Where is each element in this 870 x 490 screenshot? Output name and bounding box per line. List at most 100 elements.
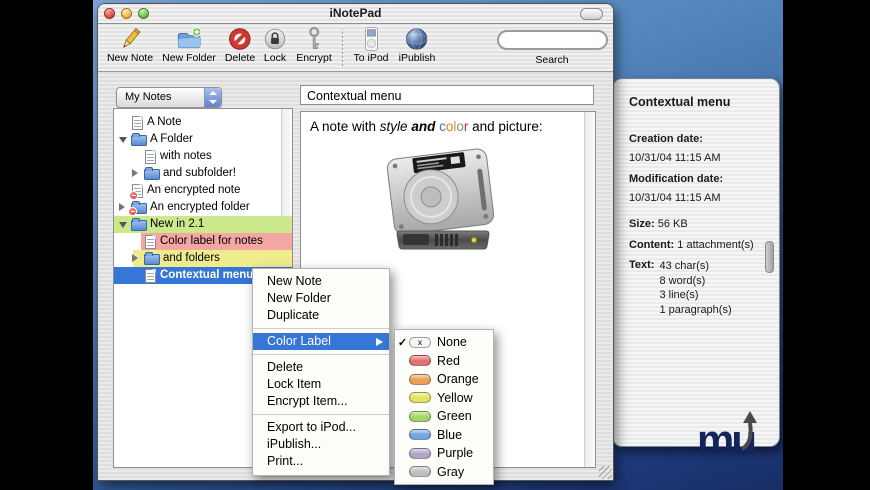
tree-item-encrypted-folder[interactable]: An encrypted folder: [114, 199, 292, 216]
text-label: Text:: [629, 259, 655, 271]
tree-item-with-notes[interactable]: with notes: [114, 148, 292, 165]
menu-item-print[interactable]: Print...: [253, 453, 389, 470]
zoom-button[interactable]: [138, 8, 149, 19]
content-row: Content: 1 attachment(s): [629, 239, 765, 251]
folder-icon: [131, 218, 147, 231]
menu-item-new-folder[interactable]: New Folder: [253, 290, 389, 307]
content-label: Content:: [629, 239, 675, 251]
disclosure-closed-icon[interactable]: [119, 203, 125, 211]
disclosure-open-icon[interactable]: [119, 137, 127, 143]
drawer-scrollbar-thumb[interactable]: [765, 241, 774, 273]
toolbar-toggle-button[interactable]: [580, 8, 603, 20]
notebook-selector[interactable]: My Notes: [116, 87, 222, 108]
tree-item-and-folders[interactable]: and folders: [114, 250, 292, 267]
submenu-item-orange[interactable]: Orange: [395, 370, 493, 389]
size-value: 56 KB: [657, 218, 688, 230]
menu-separator: [253, 350, 389, 359]
folder-encrypted-icon: [128, 201, 147, 216]
minimize-button[interactable]: [121, 8, 132, 19]
toolbar-separator: [342, 29, 343, 66]
disclosure-closed-icon[interactable]: [132, 169, 138, 177]
submenu-item-purple[interactable]: Purple: [395, 444, 493, 463]
popup-stepper-icon: [204, 88, 221, 107]
encrypted-badge-icon: [129, 191, 138, 200]
menu-item-color-label[interactable]: Color Label: [253, 333, 389, 350]
menu-item-new-note[interactable]: New Note: [253, 273, 389, 290]
disclosure-closed-icon[interactable]: [132, 254, 138, 262]
notebook-selector-label: My Notes: [125, 91, 172, 103]
note-encrypted-icon: [129, 184, 143, 200]
search-input[interactable]: [497, 30, 608, 50]
text-stats-values: 43 char(s) 8 word(s) 3 line(s) 1 paragra…: [659, 259, 731, 317]
tree-item-new-in-21[interactable]: New in 2.1: [114, 216, 292, 233]
pencil-icon: [117, 26, 143, 52]
modification-date-label: Modification date:: [629, 173, 724, 185]
note-icon: [145, 235, 156, 249]
menu-item-lock-item[interactable]: Lock Item: [253, 376, 389, 393]
prohibition-icon: [227, 26, 253, 52]
new-note-button[interactable]: New Note: [107, 26, 153, 64]
submenu-item-blue[interactable]: Blue: [395, 426, 493, 445]
color-swatch-purple: [409, 447, 431, 459]
disclosure-open-icon[interactable]: [119, 222, 127, 228]
tree-item-color-label-for-notes[interactable]: Color label for notes: [114, 233, 292, 250]
menu-separator: [253, 324, 389, 333]
key-icon: [301, 26, 327, 52]
submenu-item-gray[interactable]: Gray: [395, 463, 493, 482]
ipublish-button[interactable]: iPublish: [399, 26, 435, 64]
submenu-arrow-icon: [376, 337, 383, 346]
encrypted-badge-icon: [128, 207, 137, 216]
menu-item-duplicate[interactable]: Duplicate: [253, 307, 389, 324]
note-scrollbar[interactable]: [584, 112, 595, 467]
folder-icon: [144, 252, 160, 265]
toolbar: New Note New Folder Delete Lock Encrypt …: [98, 24, 613, 72]
watermark-arrow-icon: [739, 409, 759, 456]
submenu-item-yellow[interactable]: Yellow: [395, 389, 493, 408]
desktop-wallpaper: Contextual menu Creation date: 10/31/04 …: [93, 0, 783, 490]
encrypt-button[interactable]: Encrypt: [296, 26, 332, 64]
menu-separator: [253, 410, 389, 419]
folder-icon: [144, 167, 160, 180]
submenu-item-green[interactable]: Green: [395, 407, 493, 426]
tree-item-and-subfolder[interactable]: and subfolder!: [114, 165, 292, 182]
ipod-icon: [358, 26, 384, 52]
submenu-item-red[interactable]: Red: [395, 352, 493, 371]
search-label: Search: [535, 54, 569, 66]
menu-item-encrypt-item[interactable]: Encrypt Item...: [253, 393, 389, 410]
delete-button[interactable]: Delete: [225, 26, 255, 64]
color-swatch-orange: [409, 373, 431, 385]
modification-date-value: 10/31/04 11:15 AM: [629, 192, 721, 204]
color-swatch-blue: [409, 429, 431, 441]
folder-icon: [131, 133, 147, 146]
creation-date-value: 10/31/04 11:15 AM: [629, 152, 721, 164]
text-words: 8 word(s): [659, 274, 706, 287]
color-swatch-yellow: [409, 392, 431, 404]
note-rich-text: A note with style and color and picture:: [310, 119, 543, 134]
menu-item-ipublish[interactable]: iPublish...: [253, 436, 389, 453]
close-button[interactable]: [104, 8, 115, 19]
title-bar[interactable]: iNotePad: [98, 4, 613, 24]
color-label-submenu: ✓ x None Red Orange Yellow Green Blue Pu…: [394, 329, 494, 485]
note-title-field[interactable]: Contextual menu: [300, 85, 594, 105]
resize-grip[interactable]: [599, 466, 612, 479]
submenu-item-none[interactable]: ✓ x None: [395, 333, 493, 352]
color-swatch-red: [409, 355, 431, 367]
padlock-icon: [262, 26, 288, 52]
size-label: Size:: [629, 218, 655, 230]
tree-item-encrypted-note[interactable]: An encrypted note: [114, 182, 292, 200]
menu-item-export-to-ipod[interactable]: Export to iPod...: [253, 419, 389, 436]
color-swatch-green: [409, 410, 431, 422]
creation-date-label: Creation date:: [629, 133, 703, 145]
screenshot-stage: Contextual menu Creation date: 10/31/04 …: [0, 0, 870, 490]
to-ipod-button[interactable]: To iPod: [353, 26, 389, 64]
note-icon: [145, 150, 156, 164]
tree-item-a-note[interactable]: A Note: [114, 114, 292, 131]
window-title: iNotePad: [329, 6, 382, 20]
context-menu: New Note New Folder Duplicate Color Labe…: [252, 268, 390, 476]
lock-button[interactable]: Lock: [262, 26, 288, 64]
size-row: Size: 56 KB: [629, 218, 765, 230]
new-folder-button[interactable]: New Folder: [162, 26, 216, 64]
globe-icon: [404, 26, 430, 52]
menu-item-delete[interactable]: Delete: [253, 359, 389, 376]
tree-item-a-folder[interactable]: A Folder: [114, 131, 292, 148]
